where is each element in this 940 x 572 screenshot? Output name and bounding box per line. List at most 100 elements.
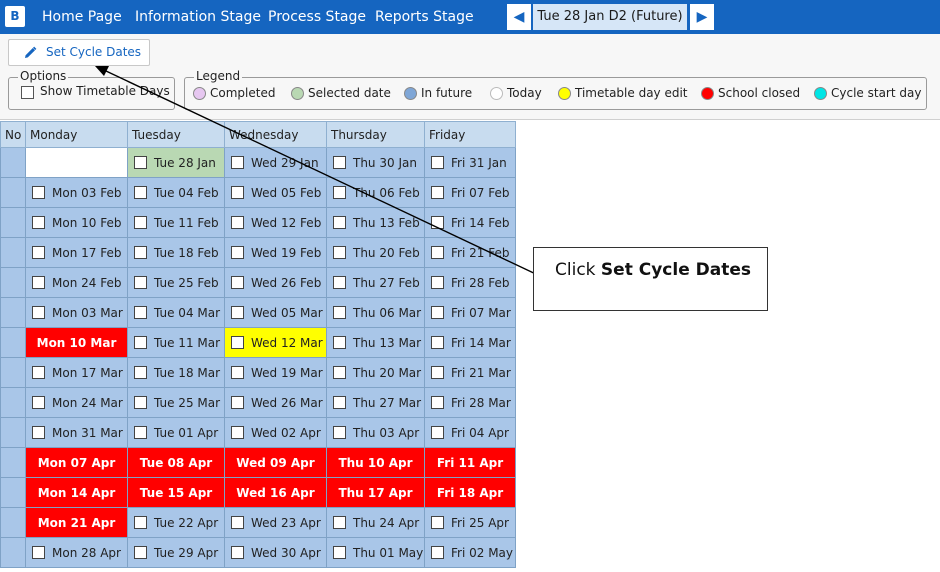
day-cell-thursday[interactable]: Thu 30 Jan [326, 147, 425, 178]
day-checkbox[interactable] [431, 546, 444, 559]
day-checkbox[interactable] [134, 276, 147, 289]
day-checkbox[interactable] [333, 516, 346, 529]
day-checkbox[interactable] [231, 336, 244, 349]
day-checkbox[interactable] [134, 336, 147, 349]
day-checkbox[interactable] [333, 156, 346, 169]
day-cell-tuesday[interactable]: Tue 18 Mar [127, 357, 225, 388]
day-cell-thursday[interactable]: Thu 13 Mar [326, 327, 425, 358]
day-checkbox[interactable] [134, 216, 147, 229]
day-cell-friday[interactable]: Fri 02 May [424, 537, 516, 568]
day-checkbox[interactable] [431, 366, 444, 379]
day-checkbox[interactable] [431, 156, 444, 169]
day-cell-tuesday[interactable]: Tue 28 Jan [127, 147, 225, 178]
day-checkbox[interactable] [134, 426, 147, 439]
day-checkbox[interactable] [231, 396, 244, 409]
day-checkbox[interactable] [134, 396, 147, 409]
day-cell-wednesday[interactable]: Wed 30 Apr [224, 537, 327, 568]
day-cell-thursday[interactable]: Thu 03 Apr [326, 417, 425, 448]
day-cell-friday[interactable]: Fri 28 Feb [424, 267, 516, 298]
day-cell-wednesday[interactable]: Wed 05 Mar [224, 297, 327, 328]
day-cell-thursday[interactable]: Thu 17 Apr [326, 477, 425, 508]
day-cell-thursday[interactable]: Thu 20 Feb [326, 237, 425, 268]
day-checkbox[interactable] [134, 246, 147, 259]
header-wednesday[interactable]: Wednesday [224, 121, 327, 148]
day-checkbox[interactable] [231, 306, 244, 319]
day-checkbox[interactable] [32, 216, 45, 229]
day-cell-wednesday[interactable]: Wed 09 Apr [224, 447, 327, 478]
day-checkbox[interactable] [134, 366, 147, 379]
day-cell-wednesday[interactable]: Wed 26 Feb [224, 267, 327, 298]
day-checkbox[interactable] [32, 396, 45, 409]
day-checkbox[interactable] [32, 276, 45, 289]
day-checkbox[interactable] [431, 306, 444, 319]
day-cell-wednesday[interactable]: Wed 23 Apr [224, 507, 327, 538]
day-checkbox[interactable] [333, 306, 346, 319]
day-cell-tuesday[interactable]: Tue 11 Mar [127, 327, 225, 358]
header-no[interactable]: No [0, 121, 26, 148]
day-cell-tuesday[interactable]: Tue 04 Mar [127, 297, 225, 328]
day-checkbox[interactable] [333, 216, 346, 229]
day-cell-monday[interactable]: Mon 10 Feb [25, 207, 128, 238]
day-cell-wednesday[interactable]: Wed 29 Jan [224, 147, 327, 178]
nav-reports-stage[interactable]: Reports Stage [375, 0, 474, 34]
day-cell-tuesday[interactable]: Tue 01 Apr [127, 417, 225, 448]
day-checkbox[interactable] [333, 426, 346, 439]
day-cell-wednesday[interactable]: Wed 05 Feb [224, 177, 327, 208]
day-cell-friday[interactable]: Fri 18 Apr [424, 477, 516, 508]
day-checkbox[interactable] [231, 156, 244, 169]
day-checkbox[interactable] [431, 426, 444, 439]
day-cell-wednesday[interactable]: Wed 16 Apr [224, 477, 327, 508]
day-checkbox[interactable] [231, 216, 244, 229]
day-checkbox[interactable] [333, 366, 346, 379]
nav-process-stage[interactable]: Process Stage [268, 0, 366, 34]
day-checkbox[interactable] [134, 516, 147, 529]
day-checkbox[interactable] [134, 546, 147, 559]
day-cell-thursday[interactable]: Thu 06 Feb [326, 177, 425, 208]
day-checkbox[interactable] [231, 516, 244, 529]
day-cell-friday[interactable]: Fri 04 Apr [424, 417, 516, 448]
day-checkbox[interactable] [231, 246, 244, 259]
day-cell-tuesday[interactable]: Tue 25 Mar [127, 387, 225, 418]
day-cell-tuesday[interactable]: Tue 22 Apr [127, 507, 225, 538]
day-cell-tuesday[interactable]: Tue 18 Feb [127, 237, 225, 268]
day-cell-tuesday[interactable]: Tue 08 Apr [127, 447, 225, 478]
day-checkbox[interactable] [431, 216, 444, 229]
day-cell-wednesday[interactable]: Wed 12 Feb [224, 207, 327, 238]
day-cell-wednesday[interactable]: Wed 19 Mar [224, 357, 327, 388]
day-checkbox[interactable] [231, 366, 244, 379]
day-checkbox[interactable] [431, 516, 444, 529]
day-checkbox[interactable] [231, 186, 244, 199]
day-checkbox[interactable] [32, 426, 45, 439]
day-checkbox[interactable] [431, 336, 444, 349]
day-cell-wednesday[interactable]: Wed 02 Apr [224, 417, 327, 448]
day-cell-monday[interactable]: Mon 03 Mar [25, 297, 128, 328]
day-checkbox[interactable] [32, 186, 45, 199]
day-cell-monday[interactable]: Mon 24 Feb [25, 267, 128, 298]
next-date-button[interactable]: ▶ [690, 4, 714, 30]
day-checkbox[interactable] [431, 246, 444, 259]
day-cell-tuesday[interactable]: Tue 25 Feb [127, 267, 225, 298]
day-checkbox[interactable] [431, 396, 444, 409]
day-checkbox[interactable] [32, 306, 45, 319]
day-cell-friday[interactable]: Fri 07 Feb [424, 177, 516, 208]
day-cell-tuesday[interactable]: Tue 04 Feb [127, 177, 225, 208]
day-cell-thursday[interactable]: Thu 01 May [326, 537, 425, 568]
day-cell-friday[interactable]: Fri 28 Mar [424, 387, 516, 418]
prev-date-button[interactable]: ◀ [507, 4, 531, 30]
day-cell-monday[interactable]: Mon 24 Mar [25, 387, 128, 418]
set-cycle-dates-button[interactable]: Set Cycle Dates [8, 39, 150, 66]
day-cell-friday[interactable]: Fri 21 Mar [424, 357, 516, 388]
day-cell-wednesday[interactable]: Wed 12 Mar [224, 327, 327, 358]
day-cell-friday[interactable]: Fri 31 Jan [424, 147, 516, 178]
day-cell-monday[interactable]: Mon 10 Mar [25, 327, 128, 358]
day-checkbox[interactable] [231, 546, 244, 559]
day-cell-friday[interactable]: Fri 25 Apr [424, 507, 516, 538]
day-checkbox[interactable] [333, 246, 346, 259]
day-cell-thursday[interactable]: Thu 27 Mar [326, 387, 425, 418]
day-cell-friday[interactable]: Fri 21 Feb [424, 237, 516, 268]
day-checkbox[interactable] [231, 276, 244, 289]
day-cell-monday[interactable]: Mon 14 Apr [25, 477, 128, 508]
day-checkbox[interactable] [333, 546, 346, 559]
day-cell-tuesday[interactable]: Tue 29 Apr [127, 537, 225, 568]
day-checkbox[interactable] [134, 156, 147, 169]
